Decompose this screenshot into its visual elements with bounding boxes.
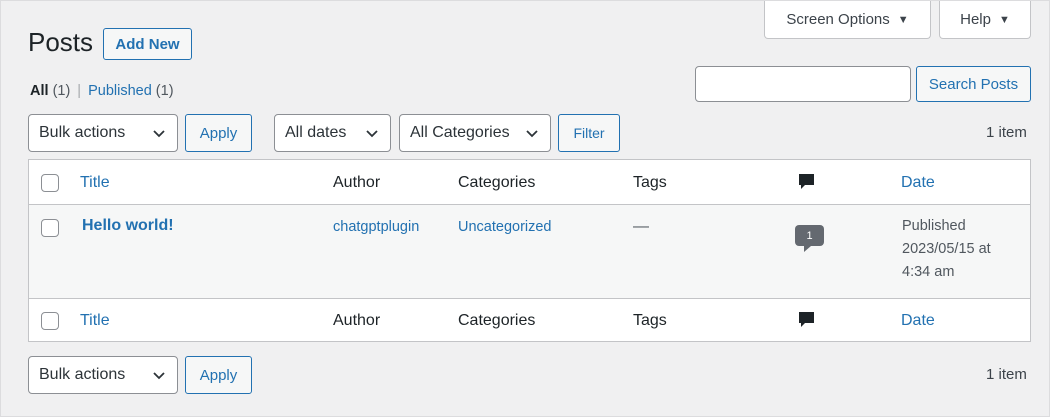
select-all-checkbox-footer[interactable]: [41, 312, 59, 330]
categories-filter-select[interactable]: All Categories: [399, 114, 551, 152]
view-all-link[interactable]: All (1): [30, 83, 70, 99]
views-separator: |: [77, 83, 82, 99]
table-row: Hello world! chatgptplugin Uncategorized…: [29, 205, 1030, 298]
search-posts-button[interactable]: Search Posts: [916, 66, 1031, 102]
table-header-row: Title Author Categories Tags Date: [29, 160, 1030, 205]
triangle-down-icon: ▼: [998, 13, 1010, 26]
bulk-actions-select-bottom[interactable]: Bulk actions: [28, 356, 178, 394]
column-categories-footer: Categories: [458, 312, 536, 329]
filter-button[interactable]: Filter: [558, 114, 620, 152]
column-title-footer[interactable]: Title: [80, 312, 110, 330]
chevron-down-icon: [366, 130, 378, 138]
column-tags-footer: Tags: [633, 312, 667, 329]
screen-options-label: Screen Options: [786, 11, 890, 28]
comment-icon[interactable]: [798, 311, 815, 329]
dates-filter-value: All dates: [285, 124, 347, 141]
post-date: Published 2023/05/15 at 4:34 am: [902, 215, 991, 284]
bulk-actions-value: Bulk actions: [39, 124, 126, 141]
post-date-status: Published: [902, 218, 966, 234]
post-date-time: 4:34 am: [902, 264, 955, 280]
posts-table: Title Author Categories Tags Date Hello …: [28, 159, 1031, 342]
add-new-button[interactable]: Add New: [103, 28, 192, 60]
column-tags-header: Tags: [633, 174, 667, 191]
bulk-actions-select[interactable]: Bulk actions: [28, 114, 178, 152]
chevron-down-icon: [153, 130, 165, 138]
chevron-down-icon: [153, 372, 165, 380]
column-author-footer: Author: [333, 312, 381, 329]
triangle-down-icon: ▼: [897, 13, 909, 26]
comment-icon[interactable]: [798, 173, 815, 191]
post-title-link[interactable]: Hello world!: [82, 217, 174, 235]
post-tags: —: [633, 218, 649, 235]
screen-options-button[interactable]: Screen Options ▼: [764, 1, 931, 39]
column-date-header[interactable]: Date: [901, 174, 935, 192]
help-label: Help: [960, 11, 991, 28]
help-button[interactable]: Help ▼: [939, 1, 1031, 39]
comment-count-bubble[interactable]: 1: [795, 225, 824, 252]
column-categories-header: Categories: [458, 174, 536, 191]
page-title: Posts: [28, 27, 94, 57]
select-all-checkbox[interactable]: [41, 174, 59, 192]
table-footer-row: Title Author Categories Tags Date: [29, 298, 1030, 342]
column-title-header[interactable]: Title: [80, 174, 110, 192]
post-status-views: All (1) | Published (1): [30, 83, 174, 99]
chevron-down-icon: [526, 130, 538, 138]
bulk-actions-value: Bulk actions: [39, 366, 126, 383]
post-date-value: 2023/05/15 at: [902, 241, 991, 257]
items-count: 1 item: [986, 124, 1027, 141]
view-published-link[interactable]: Published (1): [88, 83, 173, 99]
row-checkbox[interactable]: [41, 219, 59, 237]
post-author-link[interactable]: chatgptplugin: [333, 219, 419, 235]
apply-button[interactable]: Apply: [185, 114, 252, 152]
column-author-header: Author: [333, 174, 381, 191]
search-input[interactable]: [695, 66, 911, 102]
items-count-bottom: 1 item: [986, 366, 1027, 383]
column-date-footer[interactable]: Date: [901, 312, 935, 330]
categories-filter-value: All Categories: [410, 124, 510, 141]
apply-button-bottom[interactable]: Apply: [185, 356, 252, 394]
dates-filter-select[interactable]: All dates: [274, 114, 391, 152]
post-category-link[interactable]: Uncategorized: [458, 219, 552, 235]
